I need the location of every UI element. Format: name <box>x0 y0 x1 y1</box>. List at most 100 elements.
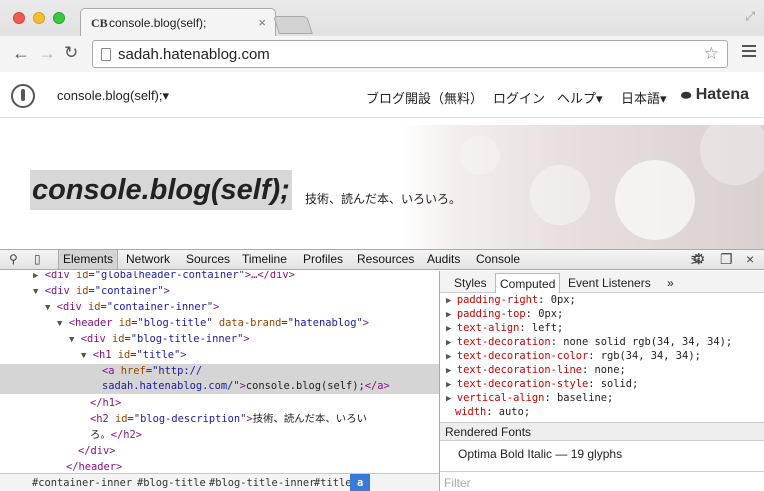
forward-button[interactable]: → <box>38 42 56 64</box>
close-devtools-icon[interactable]: × <box>746 251 754 267</box>
dom-node-selected[interactable]: <a href="http:// <box>0 364 439 379</box>
tab-resources[interactable]: Resources <box>357 252 414 266</box>
chevron-down-icon: ▾ <box>596 91 603 106</box>
property-name: text-decoration-style <box>456 378 589 390</box>
more-tabs-icon[interactable]: » <box>667 276 674 290</box>
tab-console[interactable]: Console <box>476 252 520 266</box>
computed-property[interactable]: ▶ text-decoration-line: none; <box>446 363 626 377</box>
dom-node[interactable]: ▼ <div id="container"> <box>0 284 439 299</box>
tab-computed[interactable]: Computed <box>495 273 561 293</box>
property-name: text-align <box>456 322 520 334</box>
settings-gear-icon[interactable]: ⚙ <box>692 250 705 268</box>
collapse-triangle-icon[interactable]: ▼ <box>33 287 38 297</box>
computed-property[interactable]: ▶ padding-right: 0px; <box>446 294 576 307</box>
computed-property[interactable]: ▶ text-decoration: none solid rgb(34, 34… <box>446 335 732 349</box>
computed-property[interactable]: ▶ padding-top: 0px; <box>446 307 563 321</box>
url-text[interactable]: sadah.hatenablog.com <box>118 46 270 63</box>
browser-tab[interactable]: CB console.blog(self); × <box>80 8 276 36</box>
computed-property[interactable]: ▶ text-align: left; <box>446 321 563 335</box>
dom-node[interactable]: ▼ <header id="blog-title" data-brand="ha… <box>0 316 439 331</box>
hatena-logo[interactable]: ⬬ Hatena <box>681 86 749 104</box>
zoom-window-button[interactable] <box>53 12 65 24</box>
close-window-button[interactable] <box>13 12 25 24</box>
tab-network[interactable]: Network <box>126 252 170 266</box>
dom-node[interactable]: ▼ <div id="blog-title-inner"> <box>0 332 439 347</box>
breadcrumb-item[interactable]: #blog-title <box>137 474 206 491</box>
attr-name: id <box>111 333 125 345</box>
blog-title-link[interactable]: console.blog(self); <box>32 174 290 206</box>
dom-node[interactable]: ▶ <div id="globalheader-container">…</di… <box>0 271 439 283</box>
computed-property[interactable]: ▶ text-decoration-style: solid; <box>446 377 638 391</box>
computed-property[interactable]: width: auto; <box>455 405 530 419</box>
blog-name-dropdown[interactable]: console.blog(self);▾ <box>57 88 169 104</box>
dom-node[interactable]: </h1> <box>0 396 439 411</box>
dom-node[interactable]: ▼ <div id="container-inner"> <box>0 300 439 315</box>
attr-value: "title" <box>136 349 181 361</box>
minimize-window-button[interactable] <box>33 12 45 24</box>
breadcrumb-item[interactable]: #container-inner <box>32 474 132 491</box>
breadcrumb-item-active[interactable]: a <box>350 474 371 491</box>
tag-name: <a <box>102 365 121 377</box>
tab-styles[interactable]: Styles <box>454 276 487 290</box>
collapse-triangle-icon[interactable]: ▼ <box>69 335 74 345</box>
breadcrumb-item[interactable]: #title <box>314 474 352 491</box>
attr-name: href <box>120 365 146 377</box>
reload-button[interactable]: ↻ <box>64 42 78 64</box>
tag-name: <div <box>44 271 76 281</box>
dom-node[interactable]: </header> <box>0 460 439 472</box>
search-icon[interactable]: ⚲ <box>9 252 18 266</box>
property-name: text-decoration-color <box>456 350 589 362</box>
attr-value: "blog-title-inner" <box>130 333 244 345</box>
device-mode-icon[interactable]: ▯ <box>34 252 41 266</box>
tag-close: > <box>213 301 220 313</box>
filter-input[interactable] <box>444 475 744 490</box>
dom-node[interactable]: </div> <box>0 444 439 459</box>
login-link[interactable]: ログイン <box>493 88 545 107</box>
dom-node-continued[interactable]: ろ。</h2> <box>0 428 439 443</box>
dock-side-icon[interactable]: ❐ <box>720 251 733 268</box>
attr-name: id <box>87 301 101 313</box>
dom-node[interactable]: <h2 id="blog-description">技術、読んだ本、いろい <box>0 412 439 427</box>
attr-value: sadah.hatenablog.com/" <box>102 380 240 392</box>
tab-timeline[interactable]: Timeline <box>242 252 287 266</box>
dom-node[interactable]: ▼ <h1 id="title"> <box>0 348 439 363</box>
attr-name: id <box>75 285 89 297</box>
tab-close-icon[interactable]: × <box>258 15 266 30</box>
property-value: rgb(34, 34, 34); <box>600 350 701 362</box>
help-label: ヘルプ <box>557 91 597 106</box>
property-value: 0px; <box>550 294 576 306</box>
create-blog-link[interactable]: ブログ開設（無料） <box>366 88 483 107</box>
language-label: 日本語 <box>621 91 661 106</box>
collapse-triangle-icon[interactable]: ▼ <box>57 319 62 329</box>
computed-property[interactable]: ▶ text-decoration-color: rgb(34, 34, 34)… <box>446 349 701 363</box>
language-menu[interactable]: 日本語▾ <box>621 88 667 107</box>
tag-name: <h2 <box>90 413 116 425</box>
dom-node-selected-continued[interactable]: sadah.hatenablog.com/">console.blog(self… <box>0 379 439 394</box>
address-bar[interactable]: sadah.hatenablog.com ☆ <box>92 40 728 68</box>
collapse-triangle-icon[interactable]: ▼ <box>81 351 86 361</box>
property-name: vertical-align <box>456 392 545 404</box>
tag-name: <div <box>80 333 112 345</box>
tag-close: > <box>243 333 250 345</box>
expand-triangle-icon[interactable]: ▶ <box>33 271 38 281</box>
tab-event-listeners[interactable]: Event Listeners <box>568 276 651 290</box>
bookmark-star-icon[interactable]: ☆ <box>704 44 719 64</box>
tab-elements[interactable]: Elements <box>58 250 119 269</box>
tab-profiles[interactable]: Profiles <box>303 252 343 266</box>
help-menu[interactable]: ヘルプ▾ <box>557 88 603 107</box>
browser-toolbar: ← → ↻ sadah.hatenablog.com ☆ <box>0 36 764 72</box>
attr-value: "http:// <box>152 365 203 377</box>
property-value: auto; <box>498 406 531 418</box>
tab-sources[interactable]: Sources <box>186 252 230 266</box>
fullscreen-icon[interactable]: ⤢ <box>745 9 755 24</box>
property-name: text-decoration-line <box>456 364 582 376</box>
new-tab-button[interactable] <box>273 16 313 34</box>
collapse-triangle-icon[interactable]: ▼ <box>45 303 50 313</box>
breadcrumb-item[interactable]: #blog-title-inner <box>209 474 315 491</box>
computed-property[interactable]: ▶ vertical-align: baseline; <box>446 391 613 405</box>
back-button[interactable]: ← <box>12 42 30 64</box>
tab-audits[interactable]: Audits <box>427 252 460 266</box>
chrome-menu-icon[interactable] <box>742 45 756 60</box>
hatena-blog-logo-icon[interactable] <box>11 84 35 108</box>
tag-close: > <box>180 349 187 361</box>
